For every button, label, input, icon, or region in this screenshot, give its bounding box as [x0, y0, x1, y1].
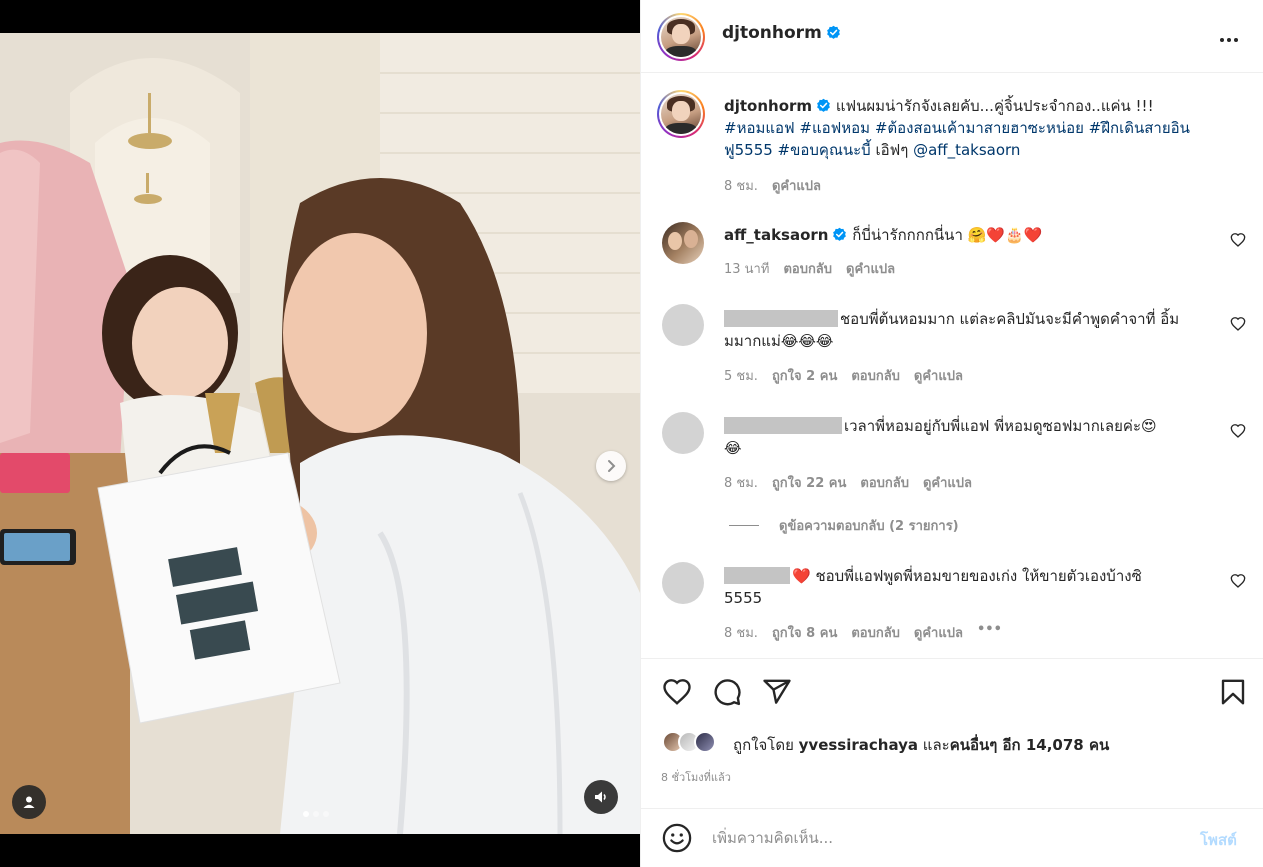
- author-avatar[interactable]: [657, 13, 705, 61]
- commenter-avatar[interactable]: [662, 562, 704, 604]
- post-actions: ถูกใจโดย yvessirachaya และคนอื่นๆ อีก 14…: [641, 658, 1263, 808]
- comment-like-icon[interactable]: [1230, 423, 1246, 439]
- post-photo[interactable]: [0, 33, 640, 834]
- caption-mention[interactable]: @aff_taksaorn: [913, 141, 1020, 159]
- caption-hashtags[interactable]: #หอมแอฟ #แอฟหอม #ต้องสอนเค้ามาสายฮาซะหน่…: [724, 119, 1190, 137]
- comment-like-icon[interactable]: [1230, 316, 1246, 332]
- comment-timestamp[interactable]: 8 ชม.: [724, 622, 758, 643]
- translate-button[interactable]: ดูคำแปล: [846, 258, 895, 279]
- comment-timestamp[interactable]: 5 ชม.: [724, 365, 758, 386]
- comment-body: ชอบพี่ต้นหอมมาก แต่ละคลิปมันจะมีคำพูดคำจ…: [840, 310, 1180, 328]
- user-tag-icon: [23, 796, 35, 808]
- author-username-text[interactable]: djtonhorm: [722, 23, 822, 43]
- chevron-right-icon: [608, 460, 616, 472]
- more-options-button[interactable]: [1219, 24, 1239, 48]
- caption-hashtags-2[interactable]: ฟู5555 #ขอบคุณนะบี้: [724, 141, 871, 159]
- likers-avatars[interactable]: [662, 731, 716, 753]
- commenter-avatar[interactable]: [662, 304, 704, 346]
- likes-prefix: ถูกใจโดย: [733, 736, 799, 754]
- author-username[interactable]: djtonhorm: [722, 23, 841, 43]
- reply-button[interactable]: ตอบกลับ: [851, 622, 900, 643]
- post-details-panel: djtonhorm djtonhorm แฟนผมน่ารักจังเลยคับ…: [640, 0, 1263, 867]
- post-header: djtonhorm: [641, 0, 1263, 73]
- comment-meta: 8 ชม. ถูกใจ 8 คน ตอบกลับ ดูคำแปล •••: [724, 622, 1002, 643]
- comment-likes[interactable]: ถูกใจ 22 คน: [772, 472, 846, 493]
- caption-translate-button[interactable]: ดูคำแปล: [772, 175, 821, 196]
- speaker-icon: [595, 791, 606, 803]
- comment-text: ชอบพี่ต้นหอมมาก แต่ละคลิปมันจะมีคำพูดคำจ…: [724, 308, 1229, 352]
- comment-body-2: มมากแม่😂😂😂: [724, 332, 834, 350]
- comment-like-icon[interactable]: [1230, 232, 1246, 248]
- comment-body: เวลาพี่หอมอยู่กับพี่แอฟ พี่หอมดูซอฟมากเล…: [844, 417, 1157, 435]
- comment-timestamp[interactable]: 13 นาที: [724, 258, 769, 279]
- commenter-avatar[interactable]: [662, 412, 704, 454]
- post-image-scene: [0, 33, 640, 834]
- carousel-dot: [313, 811, 319, 817]
- verified-badge-icon: [833, 227, 847, 241]
- comment-likes[interactable]: ถูกใจ 2 คน: [772, 365, 837, 386]
- likes-and: และ: [918, 736, 950, 754]
- post-timestamp[interactable]: 8 ชั่วโมงที่แล้ว: [661, 768, 731, 786]
- reply-button[interactable]: ตอบกลับ: [783, 258, 832, 279]
- carousel-indicator: [303, 811, 329, 817]
- likes-others-count[interactable]: คนอื่นๆ อีก 14,078 คน: [950, 736, 1110, 754]
- add-comment-bar: โพสต์: [641, 808, 1263, 867]
- redacted-username: [724, 417, 842, 434]
- heart-icon[interactable]: [662, 677, 692, 707]
- verified-badge-icon: [817, 98, 830, 112]
- redacted-username: [724, 310, 838, 327]
- comment-text: aff_taksaorn ก็บี่น่ารักกกกนี่นา 🤗❤️🎂❤️: [724, 224, 1229, 246]
- bookmark-icon[interactable]: [1218, 677, 1248, 707]
- liker-username[interactable]: yvessirachaya: [799, 736, 918, 754]
- comment-username[interactable]: aff_taksaorn: [724, 226, 828, 244]
- share-icon[interactable]: [762, 677, 792, 707]
- caption-text: djtonhorm แฟนผมน่ารักจังเลยคับ...คู่จิ้น…: [724, 95, 1229, 161]
- caption-body: แฟนผมน่ารักจังเลยคับ...คู่จิ้นประจำกอง..…: [835, 97, 1154, 115]
- more-horizontal-icon: [1220, 38, 1238, 42]
- comment-body-2: 😂: [724, 439, 742, 457]
- liker-avatar: [694, 731, 716, 753]
- comment-meta: 5 ชม. ถูกใจ 2 คน ตอบกลับ ดูคำแปล: [724, 365, 963, 386]
- view-replies-button[interactable]: ดูข้อความตอบกลับ (2 รายการ): [729, 515, 959, 536]
- comment-timestamp[interactable]: 8 ชม.: [724, 472, 758, 493]
- likes-summary: ถูกใจโดย yvessirachaya และคนอื่นๆ อีก 14…: [733, 733, 1109, 757]
- caption-meta: 8 ชม. ดูคำแปล: [724, 175, 821, 196]
- comment-more-button[interactable]: •••: [977, 622, 1002, 643]
- caption-body-2: เอิฟๆ: [870, 141, 914, 159]
- commenter-avatar[interactable]: [662, 222, 704, 264]
- tagged-users-button[interactable]: [12, 785, 46, 819]
- translate-button[interactable]: ดูคำแปล: [914, 622, 963, 643]
- caption-timestamp[interactable]: 8 ชม.: [724, 175, 758, 196]
- view-replies-label[interactable]: ดูข้อความตอบกลับ (2 รายการ): [779, 515, 959, 536]
- reply-button[interactable]: ตอบกลับ: [851, 365, 900, 386]
- comment-meta: 13 นาที ตอบกลับ ดูคำแปล: [724, 258, 895, 279]
- verified-badge-icon: [826, 25, 840, 39]
- carousel-dot: [303, 811, 309, 817]
- caption-username[interactable]: djtonhorm: [724, 97, 812, 115]
- translate-button[interactable]: ดูคำแปล: [923, 472, 972, 493]
- reply-button[interactable]: ตอบกลับ: [860, 472, 909, 493]
- translate-button[interactable]: ดูคำแปล: [914, 365, 963, 386]
- comment-meta: 8 ชม. ถูกใจ 22 คน ตอบกลับ ดูคำแปล: [724, 472, 972, 493]
- smiley-icon[interactable]: [662, 823, 692, 853]
- post-media: [0, 0, 640, 867]
- next-slide-button[interactable]: [596, 451, 626, 481]
- comment-text: ❤️ ชอบพี่แอฟพูดพี่หอมขายของเก่ง ให้ขายตั…: [724, 565, 1229, 609]
- post-comment-button[interactable]: โพสต์: [1200, 828, 1237, 852]
- audio-toggle-button[interactable]: [584, 780, 618, 814]
- redacted-username: [724, 567, 790, 584]
- comment-input[interactable]: [712, 826, 1182, 850]
- comments-list: djtonhorm แฟนผมน่ารักจังเลยคับ...คู่จิ้น…: [641, 74, 1263, 658]
- comment-body: ❤️ ชอบพี่แอฟพูดพี่หอมขายของเก่ง ให้ขายตั…: [792, 567, 1142, 585]
- comment-body: ก็บี่น่ารักกกกนี่นา 🤗❤️🎂❤️: [852, 226, 1043, 244]
- caption-avatar[interactable]: [657, 90, 705, 138]
- comment-likes[interactable]: ถูกใจ 8 คน: [772, 622, 837, 643]
- comment-text: เวลาพี่หอมอยู่กับพี่แอฟ พี่หอมดูซอฟมากเล…: [724, 415, 1229, 459]
- comment-body-2: 5555: [724, 589, 763, 607]
- comment-icon[interactable]: [712, 677, 742, 707]
- carousel-dot: [323, 811, 329, 817]
- comment-like-icon[interactable]: [1230, 573, 1246, 589]
